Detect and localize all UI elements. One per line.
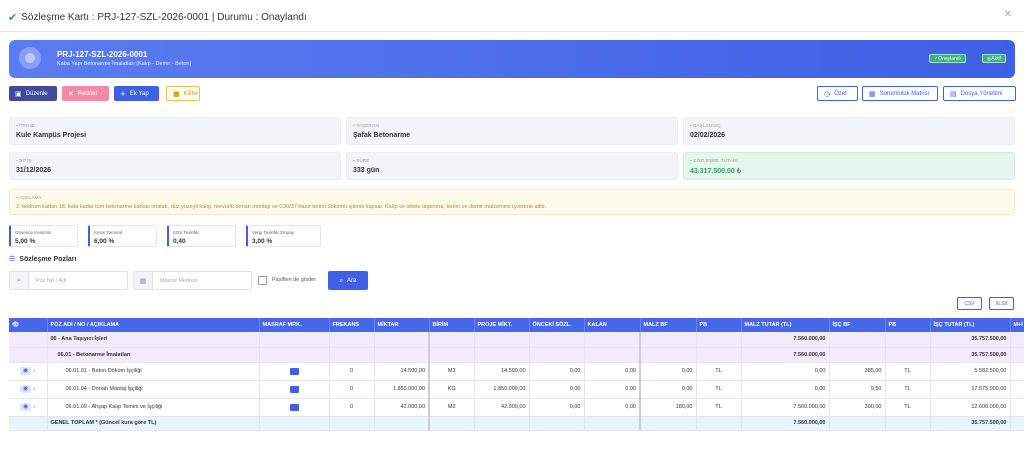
col-mi-price[interactable]: M+İ BF <box>1010 318 1024 332</box>
x-icon: ✕ <box>68 89 74 98</box>
addendum-button[interactable]: + Ek Yap <box>114 86 159 101</box>
contract-description: Kaba Yapı Betonarme İmalatları (Kalıp - … <box>57 61 192 67</box>
kpi-tax-withholding: Vergi Tevkifat Stopajı 3,00 % <box>246 225 321 247</box>
contract-amount-card: ▪ SÖZLEŞME TUTARI 43.317.500,00 ₺ <box>683 152 1015 180</box>
kpi-guarantee: Kesin Teminat 6,00 % <box>88 225 157 247</box>
status-badge-active: ◎Aktif <box>981 54 1006 63</box>
cost-center-select[interactable] <box>289 385 299 393</box>
responsibility-matrix-button[interactable]: ▦ Sorumluluk Matrisi <box>862 86 938 101</box>
col-labor-price[interactable]: İŞÇ BF <box>829 318 886 332</box>
kpi-retention: Güvence Kesintisi 5,00 % <box>9 225 78 247</box>
eye-icon[interactable]: ◉ <box>19 367 31 375</box>
project-label: ▪ PROJE <box>16 123 36 128</box>
contract-code: PRJ-127-SZL-2026-0001 <box>57 50 148 59</box>
file-management-button[interactable]: ▤ Dosya Yönetimi <box>943 86 1016 101</box>
clock-icon: ◷ <box>824 89 831 98</box>
project-value: Kule Kampüs Projesi <box>16 132 87 139</box>
csv-export-button[interactable]: CSV <box>957 297 982 310</box>
subgroup-row[interactable]: 06.01 - Betonarme İmalatları 7.560.000,0… <box>9 347 1024 363</box>
search-icon: ⌕ <box>339 276 344 284</box>
col-view: 👁 <box>9 318 48 332</box>
check-icon: ✔ <box>8 10 18 24</box>
summary-button[interactable]: ◷ Özet <box>817 86 858 101</box>
cost-center-input[interactable]: ▦ Masraf Merkezi <box>133 271 252 290</box>
modal-title-text: Sözleşme Kartı : PRJ-127-SZL-2026-0001 |… <box>21 11 307 23</box>
duration-value: 333 gün <box>353 167 380 174</box>
duration-card: ▪ SÜRE 333 gün <box>346 152 678 180</box>
group-row[interactable]: 06 - Ana Taşıyıcı İşleri 7.560.000,00 35… <box>9 332 1024 348</box>
plus-icon: + <box>120 89 126 98</box>
col-name[interactable]: POZ ADI / NO / AÇIKLAMA <box>47 318 260 332</box>
duration-label: ▪ SÜRE <box>353 158 370 163</box>
table-row[interactable]: ◉ 1 06.01.01 - Beton Döküm İşçiliği 0 14.… <box>9 362 1024 381</box>
eye-icon[interactable]: ◉ <box>19 385 31 393</box>
col-material-price[interactable]: MALZ BF <box>640 318 697 332</box>
col-currency-1[interactable]: PB <box>696 318 742 332</box>
amount-label: ▪ SÖZLEŞME TUTARI <box>690 158 738 163</box>
show-passive-label: Pasifleri de göster <box>272 277 317 283</box>
col-material-total[interactable]: MALZ TUTAR (TL) <box>741 318 830 332</box>
col-quantity[interactable]: MİKTAR <box>374 318 430 332</box>
table-row[interactable]: ◉ 2 06.01.04 - Donatı Montaj İşçiliği 0 1… <box>9 380 1024 399</box>
table-row[interactable]: ◉ 3 06.01.09 - Ahşap Kalıp Temini ve İşçi… <box>9 398 1024 417</box>
positions-title: ☰ Sözleşme Pozları <box>9 255 77 263</box>
col-frequency[interactable]: FREKANS <box>329 318 375 332</box>
description-text: 2. bodrum kattan 18. kata kadar tüm beto… <box>16 204 547 210</box>
amount-value: 43.317.500,00 ₺ <box>690 168 742 175</box>
lock-icon: ■ <box>173 89 180 98</box>
grand-total-row: GENEL TOPLAM * (Güncel kura göre TL) 7.5… <box>9 416 1024 431</box>
kpi-vat-withholding: KDV Tevkifat 0,40 <box>167 225 236 247</box>
col-cost-center[interactable]: MASRAF MRK. <box>259 318 330 332</box>
status-badge-approved: ✓Onaylandı <box>929 54 966 63</box>
contract-banner: PRJ-127-SZL-2026-0001 Kaba Yapı Betonarm… <box>9 40 1015 78</box>
search-button[interactable]: ⌕ Ara <box>328 271 368 290</box>
col-unit[interactable]: BİRİM <box>429 318 475 332</box>
search-icon: ⌕ <box>10 272 29 289</box>
col-labor-total[interactable]: İŞÇ TUTAR (TL) <box>930 318 1011 332</box>
cost-center-select[interactable] <box>289 367 299 375</box>
reject-button[interactable]: ✕ Reddet <box>62 86 109 101</box>
contract-card-modal: ✔ Sözleşme Kartı : PRJ-127-SZL-2026-0001… <box>0 0 1024 452</box>
edit-icon: ▣ <box>15 89 22 98</box>
start-value: 02/02/2026 <box>690 132 726 139</box>
show-passive-checkbox[interactable] <box>258 276 267 285</box>
subcontractor-value: Şafak Betonarme <box>353 132 411 139</box>
col-currency-2[interactable]: PB <box>885 318 931 332</box>
divider <box>0 31 1024 32</box>
col-project-qty[interactable]: PROJE MİKT. <box>474 318 530 332</box>
contract-logo-icon <box>19 47 41 69</box>
grid-icon: ▦ <box>869 89 876 98</box>
close-icon[interactable]: ✕ <box>1004 9 1012 20</box>
col-remaining[interactable]: KALAN <box>584 318 641 332</box>
positions-table: 👁 POZ ADI / NO / AÇIKLAMA MASRAF MRK. FR… <box>9 318 1024 431</box>
lock-button[interactable]: ■ Kilitle <box>166 86 200 101</box>
xlsx-export-button[interactable]: XLSX <box>989 297 1014 310</box>
table-header: 👁 POZ ADI / NO / AÇIKLAMA MASRAF MRK. FR… <box>9 318 1024 332</box>
start-label: ▪ BAŞLANGIÇ <box>690 123 721 128</box>
end-value: 31/12/2026 <box>16 167 52 174</box>
description-label: ▪ AÇIKLAMA <box>16 195 42 200</box>
project-card: ▪ PROJE Kule Kampüs Projesi <box>9 117 341 145</box>
description-box: ▪ AÇIKLAMA 2. bodrum kattan 18. kata kad… <box>9 189 1015 215</box>
subcontractor-card: ▪ TAŞERON Şafak Betonarme <box>346 117 678 145</box>
building-icon: ▦ <box>134 272 153 289</box>
file-icon: ▤ <box>950 89 957 98</box>
modal-title: ✔ Sözleşme Kartı : PRJ-127-SZL-2026-0001… <box>8 8 307 26</box>
end-date-card: ▪ BİTİŞ 31/12/2026 <box>9 152 341 180</box>
col-previous[interactable]: ÖNCEKİ SÖZL. <box>529 318 585 332</box>
eye-icon[interactable]: ◉ <box>19 403 31 411</box>
position-search-input[interactable]: ⌕ Poz No / Adı <box>9 271 128 290</box>
cost-center-select[interactable] <box>289 403 299 411</box>
subcontractor-label: ▪ TAŞERON <box>353 123 379 128</box>
start-date-card: ▪ BAŞLANGIÇ 02/02/2026 <box>683 117 1015 145</box>
edit-button[interactable]: ▣ Düzenle <box>9 86 57 101</box>
end-label: ▪ BİTİŞ <box>16 158 32 163</box>
list-icon: ☰ <box>9 255 16 263</box>
